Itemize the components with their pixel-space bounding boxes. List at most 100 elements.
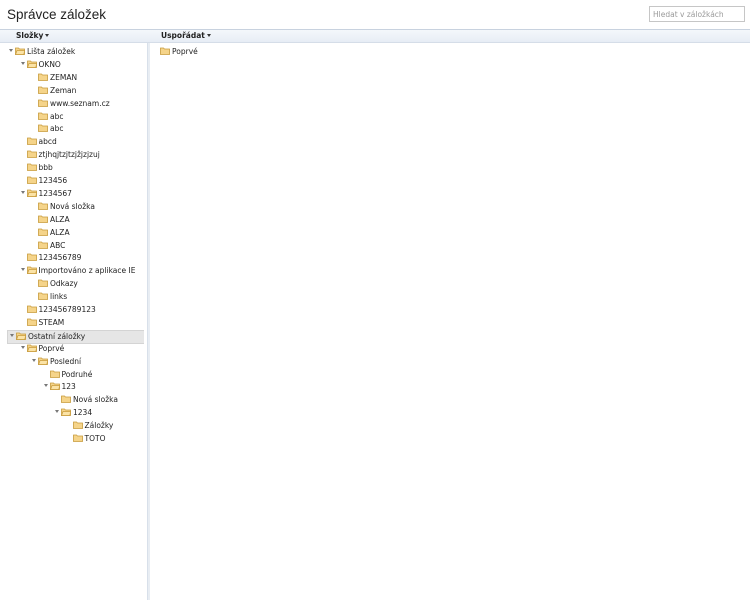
folder-icon [38,99,48,107]
expand-toggle-icon[interactable] [53,407,61,419]
tree-item-label: ztjhqjtzjtzjžjzjzuj [38,150,100,160]
tree-item-label: ALZA [50,214,70,224]
folder-icon [38,215,48,223]
folder-icon [26,176,37,184]
tree-item[interactable]: ALZA [30,227,70,239]
page-title: Správce záložek [7,7,107,22]
tree-item-label: ABC [50,240,66,250]
bookmark-list[interactable]: Poprvé [150,43,750,600]
tree-item[interactable]: links [30,291,67,303]
tree-item-label: links [50,292,68,302]
tree-item[interactable]: abcd [19,136,57,148]
folder-open-icon [38,357,48,365]
tree-item[interactable]: ABC [30,240,65,252]
folder-icon [26,163,37,171]
tree-item[interactable]: Poprvé [19,343,64,355]
tree-item-label: 123456789123 [38,305,96,314]
folder-icon [26,150,37,159]
tree-item[interactable]: OKNO [19,59,61,71]
folder-icon [61,395,71,404]
tree-item-label: Nová složka [73,395,118,405]
folder-icon [38,124,48,133]
tree-item-label: Poslední [50,356,82,366]
expand-toggle-icon[interactable] [8,331,16,343]
folder-tree[interactable]: Lišta záložek OKNO ZEMAN Zeman www.seznam.cz… [0,43,147,600]
folder-icon [72,434,83,442]
folder-icon [38,241,48,249]
folder-icon [38,202,48,210]
folder-open-icon [26,266,37,275]
tree-item[interactable]: 123456789123 [19,304,96,316]
folder-icon [72,421,83,429]
expand-toggle-icon[interactable] [7,46,15,58]
folder-icon [38,112,48,120]
expand-toggle-icon[interactable] [19,265,27,277]
tree-item-label: abc [50,111,64,121]
tree-item[interactable]: ALZA [30,214,70,226]
toolbar: Složky Uspořádat [0,30,750,43]
tree-item[interactable]: ztjhqjtzjtzjžjzjzuj [19,149,100,161]
tree-item-label: ZEMAN [50,72,78,82]
tree-item[interactable]: Zeman [30,85,76,97]
chevron-down-icon [206,34,211,37]
tree-item-label: 123 [61,382,76,392]
tree-item-label: Podruhé [61,369,93,379]
search-input[interactable] [649,6,745,22]
tree-item[interactable]: 123456789 [19,252,82,264]
expand-toggle-icon[interactable] [42,381,50,393]
tree-item-label: Záložky [84,421,114,431]
folder-open-icon [26,344,37,352]
tree-item[interactable]: Lišta záložek [7,46,75,58]
folder-icon [26,305,37,313]
tree-item-label: 123456789 [38,253,82,263]
expand-toggle-icon[interactable] [30,356,38,368]
tree-item-label: 1234567 [38,188,72,198]
tree-item[interactable]: abc [30,123,63,135]
folder-icon [49,370,60,378]
tree-item[interactable]: Poslední [30,356,81,368]
tree-item-label: Zeman [50,85,77,95]
expand-toggle-icon[interactable] [19,343,27,355]
folder-open-icon [49,382,60,391]
tree-item[interactable]: Záložky [65,420,114,432]
tree-item-label: Ostatní záložky [28,331,86,341]
tree-item-label: Odkazy [50,279,78,289]
folder-icon [26,137,37,146]
tree-item-label: Lišta záložek [27,47,76,56]
tree-item[interactable]: 1234567 [19,188,72,200]
tree-item[interactable]: Nová složka [30,201,95,213]
tree-item-label: ALZA [50,227,70,237]
tree-item-label: Nová složka [50,201,95,211]
tree-item-label: bbb [38,163,53,173]
list-item[interactable]: Poprvé [152,46,198,58]
tree-item[interactable]: Odkazy [30,278,78,290]
tree-item[interactable]: 123456 [19,175,67,187]
folder-icon [38,292,48,300]
tree-item[interactable]: www.seznam.cz [30,98,110,110]
tree-item[interactable]: Importováno z aplikace IE [19,265,136,277]
folder-icon [38,73,48,81]
organize-menu-button[interactable]: Uspořádat [161,31,211,40]
folders-menu-button[interactable]: Složky [16,31,50,40]
tree-item[interactable]: bbb [19,162,53,174]
folders-menu-label: Složky [16,31,44,40]
tree-item[interactable]: ZEMAN [30,72,77,84]
folder-icon [38,86,48,94]
tree-item[interactable]: TOTO [65,433,105,445]
tree-item-label: OKNO [38,59,61,69]
tree-item-label: abcd [38,137,57,147]
folder-open-icon [26,189,37,197]
expand-toggle-icon[interactable] [19,188,27,200]
tree-item[interactable]: 123 [42,381,76,393]
tree-item[interactable]: abc [30,111,63,123]
tree-item[interactable]: Podruhé [42,369,93,381]
folder-icon [38,279,48,288]
tree-item[interactable]: Nová složka [53,394,118,406]
tree-item-label: www.seznam.cz [50,98,110,108]
tree-item[interactable]: STEAM [19,317,64,329]
folder-open-icon [16,332,26,340]
tree-item[interactable]: 1234 [53,407,92,419]
expand-toggle-icon[interactable] [19,59,27,71]
tree-item-label: Importováno z aplikace IE [38,266,136,276]
tree-item[interactable]: Ostatní záložky [7,329,144,344]
